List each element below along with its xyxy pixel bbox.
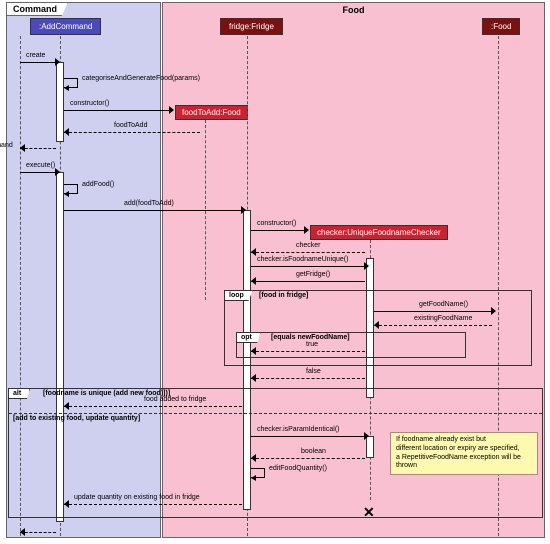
package-food-label: Food bbox=[343, 5, 365, 15]
msg-editqty-label: editFoodQuantity() bbox=[269, 465, 327, 472]
msg-return-command: command bbox=[20, 140, 60, 150]
msg-updateqty-label: update quantity on existing food in frid… bbox=[74, 494, 200, 501]
msg-existingname-label: existingFoodName bbox=[414, 315, 472, 322]
participant-addcommand: :AddCommand bbox=[30, 18, 101, 35]
msg-constructor-checker: constructor() bbox=[251, 222, 309, 232]
msg-getfoodname-label: getFoodName() bbox=[419, 301, 468, 308]
msg-isunique: checker.isFoodnameUnique() bbox=[251, 258, 369, 268]
msg-return-checker-label: checker bbox=[296, 242, 321, 249]
msg-constructor-fta-label: constructor() bbox=[70, 100, 109, 107]
note-line2: different location or expiry are specifi… bbox=[396, 445, 532, 454]
activation bbox=[56, 62, 64, 142]
participant-fridge-label: fridge:Fridge bbox=[229, 22, 274, 31]
msg-final-return bbox=[20, 524, 60, 534]
msg-return-fta: foodToAdd bbox=[64, 124, 204, 134]
participant-foodtoadd-label: foodToAdd:Food bbox=[182, 108, 241, 117]
msg-execute-label: execute() bbox=[26, 162, 55, 169]
msg-create-label: create bbox=[26, 52, 45, 59]
package-command-label: Command bbox=[13, 4, 57, 14]
participant-food-label: :Food bbox=[491, 22, 511, 31]
msg-addfood-label: addFood() bbox=[82, 181, 114, 188]
msg-constructor-checker-label: constructor() bbox=[257, 220, 296, 227]
participant-foodtoadd: foodToAdd:Food bbox=[175, 105, 248, 120]
note-line3: a RepetitiveFoodName exception will be t… bbox=[396, 454, 532, 472]
destroy-icon: ✕ bbox=[363, 504, 375, 521]
msg-isparamidentical-label: checker.isParamIdentical() bbox=[257, 426, 339, 433]
participant-checker: checker:UniqueFoodnameChecker bbox=[310, 225, 448, 240]
participant-food: :Food bbox=[482, 18, 520, 35]
fragment-loop-guard: [food in fridge] bbox=[259, 292, 308, 299]
msg-return-command-label: command bbox=[0, 142, 13, 149]
msg-return-checker: checker bbox=[251, 244, 369, 254]
msg-return-fta-label: foodToAdd bbox=[114, 122, 147, 129]
msg-return-bool: boolean bbox=[251, 450, 369, 460]
participant-addcommand-label: :AddCommand bbox=[39, 22, 92, 31]
msg-constructor-fta: constructor() bbox=[64, 102, 174, 112]
msg-create: create bbox=[20, 54, 60, 64]
msg-isunique-label: checker.isFoodnameUnique() bbox=[257, 256, 348, 263]
msg-true-label: true bbox=[306, 341, 318, 348]
msg-return-bool-label: boolean bbox=[301, 448, 326, 455]
msg-isparamidentical: checker.isParamIdentical() bbox=[251, 428, 369, 438]
msg-addedtofridge: food added to fridge bbox=[64, 398, 246, 408]
fragment-alt-tab: alt bbox=[8, 388, 30, 399]
msg-add: add(foodToAdd) bbox=[64, 202, 246, 212]
msg-false-label: false bbox=[306, 368, 321, 375]
note-line1: If foodname already exist but bbox=[396, 436, 532, 445]
fragment-alt-separator bbox=[9, 413, 542, 414]
fragment-opt-tab: opt bbox=[236, 332, 261, 343]
msg-true: true bbox=[251, 343, 369, 353]
msg-false: false bbox=[251, 370, 369, 380]
package-command-header: Command bbox=[6, 2, 68, 16]
msg-getfoodname: getFoodName() bbox=[374, 303, 496, 313]
participant-fridge: fridge:Fridge bbox=[220, 18, 283, 35]
msg-updateqty: update quantity on existing food in frid… bbox=[64, 496, 246, 506]
note: If foodname already exist but different … bbox=[390, 432, 538, 475]
msg-getfridge: getFridge() bbox=[251, 273, 369, 283]
msg-existingname: existingFoodName bbox=[374, 317, 496, 327]
msg-add-label: add(foodToAdd) bbox=[124, 200, 174, 207]
msg-addedtofridge-label: food added to fridge bbox=[144, 396, 206, 403]
fragment-opt-guard: [equals newFoodName] bbox=[271, 334, 350, 341]
msg-execute: execute() bbox=[20, 164, 60, 174]
sequence-diagram: Command Food :AddCommand fridge:Fridge :… bbox=[0, 0, 550, 544]
msg-catgen-label: categoriseAndGenerateFood(params) bbox=[82, 75, 200, 82]
fragment-alt-guard2: [add to existing food, update quantity] bbox=[13, 415, 140, 422]
fragment-loop-tab: loop bbox=[224, 290, 253, 301]
participant-checker-label: checker:UniqueFoodnameChecker bbox=[317, 228, 441, 237]
msg-getfridge-label: getFridge() bbox=[296, 271, 330, 278]
